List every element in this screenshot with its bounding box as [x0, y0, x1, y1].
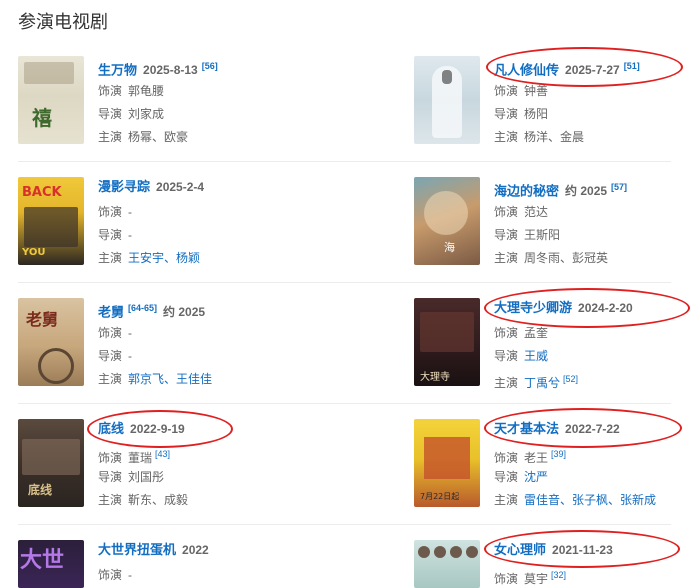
director-label: 导演 [98, 470, 123, 484]
starring-value[interactable]: 王安宇、杨颖 [128, 251, 200, 265]
show-title[interactable]: 漫影寻踪 [98, 179, 150, 194]
starring-label: 主演 [98, 372, 123, 386]
director-value: 刘国彤 [128, 470, 165, 484]
starring-value[interactable]: 雷佳音、张子枫、张新成 [524, 493, 656, 507]
poster-image[interactable]: 底线 [18, 419, 84, 507]
role-label: 饰演 [98, 451, 123, 465]
poster-image[interactable]: 7月22日起 [414, 419, 480, 507]
highlight-ellipse [87, 410, 233, 448]
starring-label: 主演 [98, 251, 123, 265]
director-label: 导演 [494, 470, 519, 484]
role-value: 孟奎 [524, 326, 549, 340]
highlight-ellipse [484, 530, 680, 568]
poster-image[interactable]: 老舅 [18, 298, 84, 386]
role-value: - [128, 568, 133, 582]
starring-label: 主演 [98, 130, 123, 144]
poster-image[interactable] [414, 56, 480, 144]
role-value: 钟善 [524, 84, 549, 98]
starring-value[interactable]: 丁禹兮 [524, 376, 560, 390]
role-label: 饰演 [494, 451, 519, 465]
citation-link[interactable]: [43] [155, 449, 170, 459]
show-title[interactable]: 海边的秘密 [494, 183, 559, 198]
role-label: 饰演 [494, 84, 519, 98]
role-label: 饰演 [494, 326, 519, 340]
director-label: 导演 [98, 349, 123, 363]
tv-show-item: 大世 大世界扭蛋机 2022 饰演 - [18, 540, 348, 588]
show-title[interactable]: 老舅 [98, 304, 124, 319]
role-label: 饰演 [98, 568, 123, 582]
director-label: 导演 [494, 228, 519, 242]
highlight-ellipse [484, 408, 682, 448]
role-label: 饰演 [494, 205, 519, 219]
show-date: 2022 [182, 543, 209, 557]
show-title[interactable]: 大世界扭蛋机 [98, 542, 176, 557]
director-value[interactable]: 王威 [524, 349, 548, 363]
section-title: 参演电视剧 [18, 12, 108, 32]
role-label: 饰演 [98, 205, 123, 219]
starring-value: 杨洋、金晨 [524, 130, 585, 144]
row-divider [18, 524, 671, 525]
show-date: 约 2025 [565, 184, 608, 199]
show-title[interactable]: 生万物 [98, 62, 137, 77]
starring-label: 主演 [98, 493, 123, 507]
citation-link[interactable]: [52] [563, 374, 578, 384]
starring-value: 杨幂、欧豪 [128, 130, 189, 144]
show-date: 2025-2-4 [156, 180, 205, 194]
starring-label: 主演 [494, 376, 519, 390]
director-value[interactable]: 沈严 [524, 470, 548, 484]
director-value: - [128, 228, 133, 242]
row-divider [18, 161, 671, 162]
citation-link[interactable]: [32] [551, 570, 566, 580]
show-date: 2025-8-13 [143, 63, 198, 78]
director-value: 王斯阳 [524, 228, 561, 242]
role-value: 范达 [524, 205, 549, 219]
tv-show-item: 海 海边的秘密约 2025 [57] 饰演 范达 导演 王斯阳 主演 周冬雨、彭冠英 [414, 177, 691, 297]
role-value: 郭龟腰 [128, 84, 165, 98]
role-value: 莫宇 [524, 572, 549, 586]
citation-link[interactable]: [64-65] [128, 303, 157, 313]
poster-image[interactable]: 大理寺 [414, 298, 480, 386]
role-value: 董瑞 [128, 451, 153, 465]
poster-image[interactable]: BACK YOU [18, 177, 84, 265]
citation-link[interactable]: [56] [202, 61, 218, 71]
director-label: 导演 [494, 349, 519, 363]
tv-show-item: 老舅 老舅 [64-65] 约 2025 饰演 - 导演 - 主演 郭京飞、王佳佳 [18, 298, 348, 418]
role-label: 饰演 [494, 572, 519, 586]
show-date: 约 2025 [163, 305, 206, 320]
poster-image[interactable] [414, 540, 480, 588]
tv-show-item: BACK YOU 漫影寻踪 2025-2-4 饰演 - 导演 - 主演 王安宇、杨颖 [18, 177, 348, 297]
citation-link[interactable]: [39] [551, 449, 566, 459]
starring-value[interactable]: 郭京飞、王佳佳 [128, 372, 212, 386]
role-label: 饰演 [98, 84, 123, 98]
director-label: 导演 [494, 107, 519, 121]
director-value: 杨阳 [524, 107, 549, 121]
role-value: - [128, 326, 133, 340]
starring-label: 主演 [494, 251, 519, 265]
starring-label: 主演 [494, 493, 519, 507]
poster-image[interactable]: 大世 [18, 540, 84, 588]
highlight-ellipse [486, 47, 683, 87]
starring-label: 主演 [494, 130, 519, 144]
tv-show-item: 禧 生万物 2025-8-13 [56] 饰演 郭龟腰 导演 刘家成 主演 杨幂、欧豪 [18, 56, 348, 176]
director-value: - [128, 349, 133, 363]
citation-link[interactable]: [57] [611, 182, 627, 192]
highlight-ellipse [484, 288, 690, 328]
row-divider [18, 403, 671, 404]
director-label: 导演 [98, 228, 123, 242]
director-label: 导演 [98, 107, 123, 121]
role-value: 老王 [524, 451, 549, 465]
poster-image[interactable]: 禧 [18, 56, 84, 144]
row-divider [18, 282, 671, 283]
role-label: 饰演 [98, 326, 123, 340]
starring-value: 靳东、成毅 [128, 493, 189, 507]
director-value: 刘家成 [128, 107, 165, 121]
role-value: - [128, 205, 133, 219]
starring-value: 周冬雨、彭冠英 [524, 251, 609, 265]
poster-image[interactable]: 海 [414, 177, 480, 265]
